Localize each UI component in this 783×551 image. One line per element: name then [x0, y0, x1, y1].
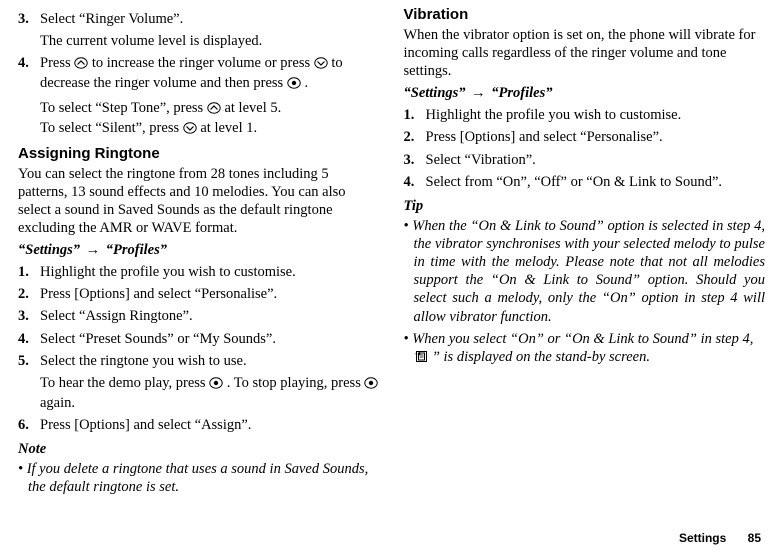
- left-column: 3. Select “Ringer Volume”. The current v…: [18, 6, 392, 551]
- step-text: Select the ringtone you wish to use.: [40, 352, 380, 370]
- step-num: 1.: [18, 263, 40, 281]
- tip-1: • When the “On & Link to Sound” option i…: [404, 217, 766, 326]
- path-b: “Profiles”: [491, 85, 552, 101]
- nav-path: “Settings” → “Profiles”: [404, 84, 766, 102]
- centre-key-icon: [287, 76, 301, 94]
- step-num: 6.: [18, 416, 40, 434]
- step-num: 1.: [404, 106, 426, 124]
- down-arrow-key-icon: [314, 56, 328, 74]
- steps-b: 1.Highlight the profile you wish to cust…: [18, 263, 380, 370]
- nav-path: “Settings” → “Profiles”: [18, 241, 380, 259]
- step-text: Press to increase the ringer volume or p…: [40, 54, 380, 94]
- page-footer: Settings 85: [679, 531, 761, 545]
- right-column: Vibration When the vibrator option is se…: [392, 6, 766, 551]
- heading-assigning-ringtone: Assigning Ringtone: [18, 145, 380, 164]
- step-text: Select from “On”, “Off” or “On & Link to…: [426, 173, 766, 191]
- step-text: Press [Options] and select “Personalise”…: [426, 128, 766, 146]
- page: 3. Select “Ringer Volume”. The current v…: [0, 0, 783, 551]
- t: .: [304, 75, 308, 91]
- step-text: Press [Options] and select “Assign”.: [40, 416, 380, 434]
- path-a: “Settings”: [18, 242, 80, 258]
- t: . To stop playing, press: [227, 375, 365, 391]
- note-body: • If you delete a ringtone that uses a s…: [18, 460, 380, 496]
- t: to increase the ringer volume or press: [92, 55, 314, 71]
- t: again.: [40, 395, 75, 411]
- step-b-5: 5.Select the ringtone you wish to use.: [18, 352, 380, 370]
- step-num: 3.: [18, 307, 40, 325]
- step-r-4: 4.Select from “On”, “Off” or “On & Link …: [404, 173, 766, 191]
- t: Press: [40, 55, 74, 71]
- step-a-3-sub: The current volume level is displayed.: [40, 32, 380, 50]
- steps-a-4: 4. Press to increase the ringer volume o…: [18, 54, 380, 94]
- tip-label: Tip: [404, 197, 766, 215]
- vibration-status-icon: [425, 350, 428, 368]
- step-b-3: 3.Select “Assign Ringtone”.: [18, 307, 380, 325]
- step-b-1: 1.Highlight the profile you wish to cust…: [18, 263, 380, 281]
- step-num: 3.: [404, 151, 426, 169]
- step-text: Select “Ringer Volume”.: [40, 10, 380, 28]
- note-label: Note: [18, 440, 380, 458]
- intro-text: You can select the ringtone from 28 tone…: [18, 165, 380, 238]
- t: To hear the demo play, press: [40, 375, 209, 391]
- step-text: Select “Vibration”.: [426, 151, 766, 169]
- step-num: 4.: [18, 330, 40, 348]
- step-b-5-sub: To hear the demo play, press . To stop p…: [40, 374, 380, 412]
- steps-a: 3. Select “Ringer Volume”.: [18, 10, 380, 28]
- footer-section: Settings: [679, 531, 726, 545]
- up-arrow-key-icon: [207, 101, 221, 119]
- step-b-2: 2.Press [Options] and select “Personalis…: [18, 285, 380, 303]
- step-text: Press [Options] and select “Personalise”…: [40, 285, 380, 303]
- centre-key-icon: [209, 376, 223, 394]
- steps-right: 1.Highlight the profile you wish to cust…: [404, 106, 766, 191]
- step-b-6-wrap: 6.Press [Options] and select “Assign”.: [18, 416, 380, 434]
- t: ” is displayed on the stand-by screen.: [432, 349, 650, 365]
- path-b: “Profiles”: [106, 242, 167, 258]
- t: at level 1.: [200, 120, 257, 136]
- t: To select “Step Tone”, press: [40, 100, 207, 116]
- step-num: 3.: [18, 10, 40, 28]
- step-r-2: 2.Press [Options] and select “Personalis…: [404, 128, 766, 146]
- step-text: Select “Preset Sounds” or “My Sounds”.: [40, 330, 380, 348]
- heading-vibration: Vibration: [404, 6, 766, 25]
- footer-page-number: 85: [748, 531, 761, 545]
- step-r-3: 3.Select “Vibration”.: [404, 151, 766, 169]
- intro-text: When the vibrator option is set on, the …: [404, 26, 766, 80]
- step-num: 2.: [404, 128, 426, 146]
- centre-key-icon: [364, 376, 378, 394]
- up-arrow-key-icon: [74, 56, 88, 74]
- step-a-4: 4. Press to increase the ringer volume o…: [18, 54, 380, 94]
- step-num: 5.: [18, 352, 40, 370]
- step-text: Highlight the profile you wish to custom…: [40, 263, 380, 281]
- step-a-4-sub: To select “Step Tone”, press at level 5.…: [40, 99, 380, 139]
- step-b-6: 6.Press [Options] and select “Assign”.: [18, 416, 380, 434]
- down-arrow-key-icon: [183, 121, 197, 139]
- t: To select “Silent”, press: [40, 120, 183, 136]
- step-num: 4.: [404, 173, 426, 191]
- step-num: 2.: [18, 285, 40, 303]
- path-a: “Settings”: [404, 85, 466, 101]
- step-text: Select “Assign Ringtone”.: [40, 307, 380, 325]
- tip-2: • When you select “On” or “On & Link to …: [404, 330, 766, 368]
- arrow-icon: →: [84, 242, 103, 258]
- step-num: 4.: [18, 54, 40, 94]
- t: at level 5.: [224, 100, 281, 116]
- step-b-4: 4.Select “Preset Sounds” or “My Sounds”.: [18, 330, 380, 348]
- step-text: Highlight the profile you wish to custom…: [426, 106, 766, 124]
- step-a-3: 3. Select “Ringer Volume”.: [18, 10, 380, 28]
- arrow-icon: →: [469, 85, 488, 101]
- step-r-1: 1.Highlight the profile you wish to cust…: [404, 106, 766, 124]
